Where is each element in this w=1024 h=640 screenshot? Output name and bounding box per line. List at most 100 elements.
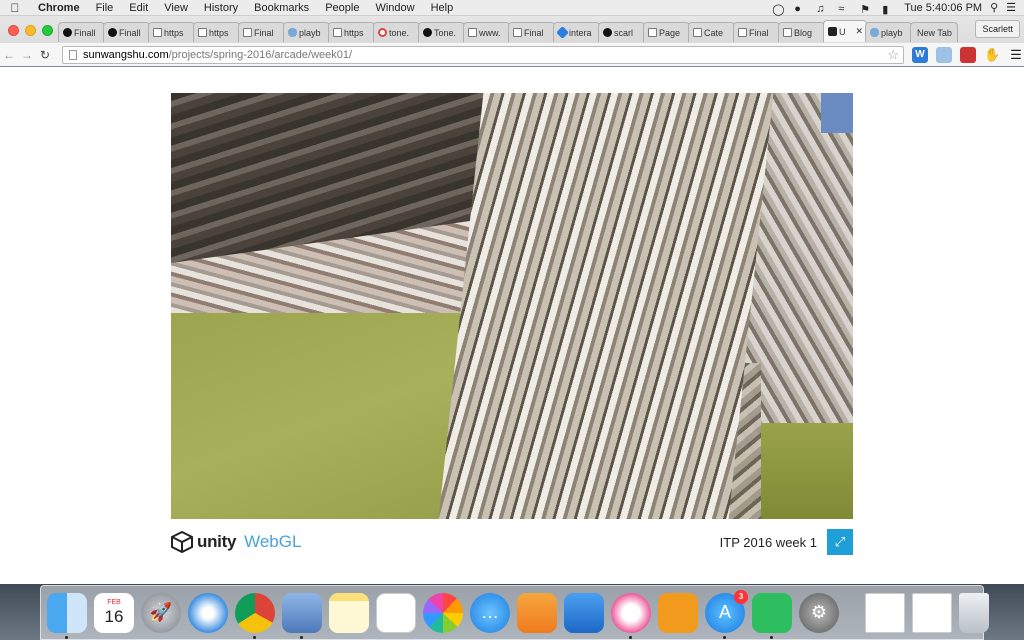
downloads-stack-icon[interactable] [865, 592, 905, 633]
tab-9[interactable]: Tone. [418, 22, 465, 42]
photos-icon[interactable] [423, 592, 463, 633]
github-icon [108, 28, 117, 37]
status-area: ◯ ● ♫ ≈ ⚑ ▮ Tue 5:40:06 PM ⚲ ☰ [772, 1, 1024, 16]
menu-help[interactable]: Help [423, 0, 462, 16]
tab-16[interactable]: Final [733, 22, 780, 42]
flag-icon[interactable]: ⚑ [860, 3, 874, 16]
reminders-icon[interactable] [376, 592, 416, 633]
running-indicator [65, 635, 68, 639]
menu-edit[interactable]: Edit [121, 0, 156, 16]
running-indicator [300, 635, 303, 639]
scene-tree-trunk [438, 93, 774, 519]
tab-10[interactable]: www. [463, 22, 510, 42]
audio-icon[interactable]: ♫ [816, 3, 830, 15]
ibooks-icon[interactable] [658, 592, 698, 633]
zoom-window-button[interactable] [42, 25, 53, 36]
finder-icon[interactable] [47, 592, 87, 639]
itunes-icon[interactable] [611, 592, 651, 639]
apple-menu-icon[interactable]:  [0, 1, 30, 15]
wifi-icon[interactable]: ≈ [838, 3, 852, 15]
tab-3[interactable]: https [148, 22, 195, 42]
app-store-badge: 3 [734, 589, 748, 604]
menu-people[interactable]: People [317, 0, 367, 16]
chrome-menu-icon[interactable]: ☰ [1008, 47, 1024, 63]
unity-webgl-canvas[interactable] [171, 93, 853, 519]
evernote-helper-icon[interactable]: ● [794, 3, 808, 15]
keynote-icon[interactable] [564, 592, 604, 633]
tab-15[interactable]: Cate [688, 22, 735, 42]
fullscreen-button[interactable]: ⤢ [827, 529, 853, 555]
trash-icon[interactable] [959, 592, 989, 633]
tab-17[interactable]: Blog [778, 22, 825, 42]
running-indicator [723, 635, 726, 639]
tab-19[interactable]: playb [865, 22, 912, 42]
menu-file[interactable]: File [88, 0, 122, 16]
tab-4[interactable]: https [193, 22, 240, 42]
pages-icon[interactable] [517, 592, 557, 633]
tab-active-unity[interactable]: U ✕ [823, 20, 867, 42]
url-host: sunwangshu.com [83, 48, 169, 61]
chrome-icon[interactable] [235, 592, 275, 639]
battery-icon[interactable]: ▮ [882, 3, 896, 16]
extension-w-icon[interactable]: W [912, 46, 928, 63]
tab-14[interactable]: Page [643, 22, 690, 42]
tab-8[interactable]: tone. [373, 22, 420, 42]
preview-icon[interactable] [282, 592, 322, 639]
menu-bookmarks[interactable]: Bookmarks [246, 0, 317, 16]
safari-icon[interactable] [188, 592, 228, 633]
close-window-button[interactable] [8, 25, 19, 36]
extension-hand-icon[interactable]: ✋ [984, 47, 1000, 63]
back-button[interactable]: ← [0, 48, 18, 62]
webgl-wordmark: WebGL [244, 532, 302, 551]
spotlight-search-icon[interactable]: ⚲ [990, 1, 998, 14]
evernote-icon[interactable] [752, 592, 792, 639]
address-bar[interactable]: sunwangshu.com/projects/spring-2016/arca… [62, 45, 904, 64]
tab-2[interactable]: Finall [103, 22, 150, 42]
url-path: /projects/spring-2016/arcade/week01/ [168, 48, 353, 61]
app-store-icon[interactable]: A3 [705, 589, 748, 639]
clock[interactable]: Tue 5:40:06 PM [904, 2, 982, 14]
cloud-icon [870, 28, 879, 37]
menu-window[interactable]: Window [367, 0, 422, 16]
window-controls [8, 25, 53, 36]
tab-12[interactable]: intera [553, 22, 600, 42]
system-preferences-icon[interactable]: ⚙ [799, 592, 839, 633]
sync-icon[interactable]: ◯ [772, 3, 786, 16]
menu-history[interactable]: History [196, 0, 246, 16]
notes-icon[interactable] [329, 592, 369, 633]
tab-6[interactable]: playb [283, 22, 330, 42]
bookmark-star-icon[interactable]: ☆ [887, 47, 899, 63]
tab-7[interactable]: https [328, 22, 375, 42]
tab-strip: Finall Finall https https Final playb ht… [58, 20, 958, 42]
tab-11[interactable]: Final [508, 22, 555, 42]
page-icon [198, 28, 207, 37]
unity-cube-icon [171, 531, 193, 553]
browser-window-chrome: Finall Finall https https Final playb ht… [0, 16, 1024, 66]
notification-center-icon[interactable]: ☰ [1006, 1, 1016, 14]
tab-new[interactable]: New Tab [910, 22, 958, 42]
documents-stack-icon[interactable] [912, 592, 952, 633]
menu-app-chrome[interactable]: Chrome [30, 0, 88, 16]
tab-5[interactable]: Final [238, 22, 285, 42]
close-tab-icon[interactable]: ✕ [855, 26, 863, 37]
calendar-day: 16 [104, 606, 124, 626]
messages-icon[interactable]: … [470, 592, 510, 633]
tab-1[interactable]: Finall [58, 22, 105, 42]
minimize-window-button[interactable] [25, 25, 36, 36]
page-icon [513, 28, 522, 37]
calendar-icon[interactable]: FEB 16 [94, 592, 134, 633]
menu-view[interactable]: View [156, 0, 196, 16]
extension-camera-icon[interactable] [936, 46, 952, 63]
launchpad-icon[interactable]: 🚀 [141, 592, 181, 633]
forward-button[interactable]: → [18, 48, 36, 62]
github-icon [423, 28, 432, 37]
fullscreen-icon: ⤢ [834, 534, 846, 549]
calendar-month: FEB [107, 598, 121, 606]
webgl-footer: unity WebGL ITP 2016 week 1 ⤢ [171, 527, 853, 557]
extension-new-icon[interactable] [960, 46, 976, 63]
running-indicator [253, 635, 256, 639]
profile-button[interactable]: Scarlett [975, 20, 1020, 38]
reload-button[interactable]: ↻ [36, 48, 54, 62]
page-icon [693, 28, 702, 37]
tab-13[interactable]: scarl [598, 22, 645, 42]
